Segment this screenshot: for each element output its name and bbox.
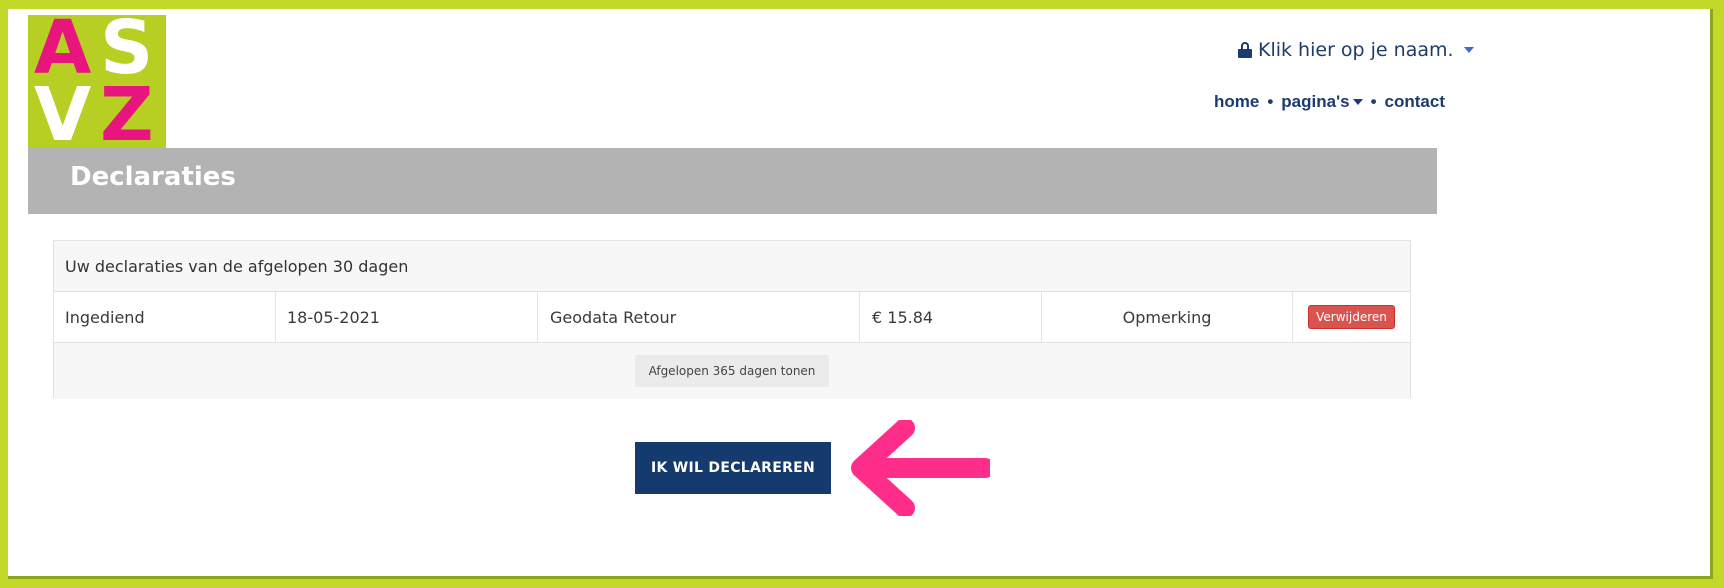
caret-down-icon [1463,47,1474,53]
cell-amount: € 15.84 [860,292,1042,342]
logo-letter-z: Z [100,72,154,158]
lock-icon [1238,42,1252,58]
logo-letter-v: V [34,72,92,158]
cell-type: Geodata Retour [538,292,860,342]
nav-pages-label: pagina's [1281,92,1350,111]
cell-date: 18-05-2021 [276,292,538,342]
cell-remark[interactable]: Opmerking [1042,292,1293,342]
page-title-bar: Declaraties [28,148,1437,214]
table-heading: Uw declaraties van de afgelopen 30 dagen [54,241,1410,292]
show-365-days-button[interactable]: Afgelopen 365 dagen tonen [634,355,830,387]
nav-contact[interactable]: contact [1385,92,1445,112]
page-title: Declaraties [70,162,236,192]
asvz-logo[interactable]: A S V Z [28,11,166,158]
nav-separator: • [1267,92,1274,111]
table-footer: Afgelopen 365 dagen tonen [54,343,1410,399]
caret-down-icon [1352,99,1363,105]
nav-home[interactable]: home [1214,92,1259,112]
account-label: Klik hier op je naam. [1258,39,1454,61]
delete-button[interactable]: Verwijderen [1308,305,1395,329]
cell-actions: Verwijderen [1293,292,1410,342]
cell-status: Ingediend [54,292,276,342]
declare-button[interactable]: IK WIL DECLAREREN [635,442,831,494]
main-nav: home • pagina's • contact [1214,92,1445,112]
table-row: Ingediend 18-05-2021 Geodata Retour € 15… [54,292,1410,343]
account-menu[interactable]: Klik hier op je naam. [1238,37,1474,63]
nav-separator: • [1370,92,1377,111]
declarations-table: Uw declaraties van de afgelopen 30 dagen… [53,240,1411,399]
pointer-arrow-icon [851,420,990,516]
nav-pages[interactable]: pagina's [1281,92,1363,112]
